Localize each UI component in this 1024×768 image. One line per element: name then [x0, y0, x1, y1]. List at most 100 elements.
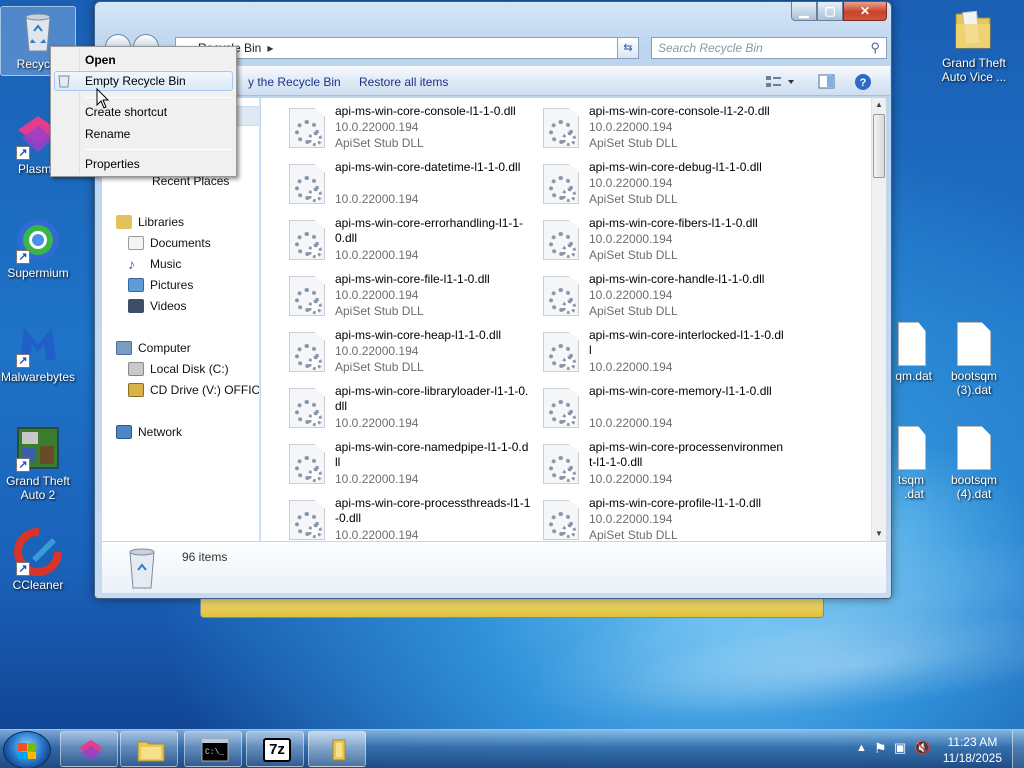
- malwarebytes-icon: ↗: [14, 320, 62, 368]
- desktop-icon-bootsqm-3[interactable]: bootsqm (3).dat: [936, 322, 1012, 397]
- recycle-bin-large-icon: [124, 546, 160, 593]
- caption-buttons: ▁ ▢ ✕: [791, 2, 887, 21]
- desktop-icon-supermium[interactable]: ↗ Supermium: [0, 216, 76, 280]
- gear-icon: [562, 132, 576, 146]
- documents-icon: [128, 236, 144, 250]
- search-input[interactable]: Search Recycle Bin ⚲: [651, 37, 887, 59]
- file-icon: [957, 322, 991, 366]
- file-item[interactable]: api-ms-win-core-errorhandling-l1-1-0.dll…: [289, 216, 539, 272]
- file-item[interactable]: api-ms-win-core-memory-l1-1-0.dll 10.0.22…: [543, 384, 793, 440]
- file-item[interactable]: api-ms-win-core-namedpipe-l1-1-0.dll 10.0…: [289, 440, 539, 496]
- refresh-icon: ⇆: [623, 42, 633, 54]
- refresh-button[interactable]: ⇆: [617, 37, 639, 59]
- file-item[interactable]: api-ms-win-core-fibers-l1-1-0.dll 10.0.22…: [543, 216, 793, 272]
- file-description: ApiSet Stub DLL: [335, 304, 424, 318]
- menu-item-empty-recycle-bin[interactable]: Empty Recycle Bin: [85, 74, 186, 88]
- file-item[interactable]: api-ms-win-core-console-l1-2-0.dll 10.0.2…: [543, 104, 793, 160]
- desktop-icon-bootsqm-4[interactable]: bootsqm (4).dat: [936, 426, 1012, 501]
- address-bar[interactable]: ▸ Recycle Bin ▸ ▼: [175, 37, 639, 59]
- shortcut-arrow-icon: ↗: [16, 146, 30, 160]
- nav-music[interactable]: ♪ Music: [128, 257, 181, 271]
- folder-icon: [950, 6, 998, 54]
- menu-item-properties[interactable]: Properties: [85, 157, 140, 171]
- change-view-button[interactable]: [764, 73, 794, 91]
- shortcut-arrow-icon: ↗: [16, 562, 30, 576]
- scroll-thumb[interactable]: [873, 114, 885, 178]
- show-desktop-button[interactable]: [1012, 730, 1024, 768]
- file-item[interactable]: api-ms-win-core-file-l1-1-0.dll 10.0.2200…: [289, 272, 539, 328]
- vertical-scrollbar[interactable]: ▲ ▼: [871, 98, 886, 541]
- nav-documents[interactable]: Documents: [128, 236, 211, 250]
- file-item[interactable]: api-ms-win-core-processthreads-l1-1-0.dl…: [289, 496, 539, 541]
- close-icon: ✕: [859, 4, 871, 18]
- empty-recycle-bin-command[interactable]: y the Recycle Bin: [248, 75, 341, 89]
- preview-pane-button[interactable]: [818, 73, 838, 91]
- taskbar-explorer-button[interactable]: [120, 731, 178, 767]
- volume-muted-icon[interactable]: 🔇: [914, 740, 930, 756]
- maximize-icon: ▢: [824, 4, 836, 18]
- nav-local-disk[interactable]: Local Disk (C:): [128, 362, 229, 376]
- file-name: api-ms-win-core-errorhandling-l1-1-0.dll: [335, 216, 524, 245]
- computer-icon: [116, 341, 132, 355]
- file-item[interactable]: api-ms-win-core-processenvironment-l1-1-…: [543, 440, 793, 496]
- file-version: 10.0.22000.194: [589, 416, 673, 430]
- nav-label: Network: [138, 425, 183, 439]
- file-item[interactable]: api-ms-win-core-interlocked-l1-1-0.dll 10…: [543, 328, 793, 384]
- file-name: api-ms-win-core-console-l1-1-0.dll: [335, 104, 516, 118]
- taskbar-plasma-button[interactable]: [60, 731, 118, 767]
- menu-item-open[interactable]: Open: [85, 53, 116, 67]
- nav-videos[interactable]: Videos: [128, 299, 186, 313]
- show-hidden-icons-icon[interactable]: ▲: [856, 742, 867, 754]
- windows-logo-icon: [18, 743, 36, 759]
- nav-pictures[interactable]: Pictures: [128, 278, 193, 292]
- search-placeholder: Search Recycle Bin: [658, 41, 763, 55]
- action-center-flag-icon[interactable]: ⚑: [874, 740, 887, 757]
- file-version: 10.0.22000.194: [335, 248, 419, 262]
- network-icon[interactable]: ▣: [894, 740, 906, 756]
- gear-icon: [308, 300, 322, 314]
- file-description: ApiSet Stub DLL: [335, 136, 424, 150]
- file-version: 10.0.22000.194: [589, 472, 673, 486]
- menu-item-rename[interactable]: Rename: [85, 127, 130, 141]
- taskbar-recycle-bin-button[interactable]: [308, 731, 366, 767]
- nav-cd-drive[interactable]: CD Drive (V:) OFFICE: [128, 383, 259, 397]
- scroll-down-icon[interactable]: ▼: [872, 527, 886, 541]
- file-description: ApiSet Stub DLL: [589, 192, 678, 206]
- desktop-icon-label: CCleaner: [12, 578, 64, 592]
- file-item[interactable]: api-ms-win-core-libraryloader-l1-1-0.dll…: [289, 384, 539, 440]
- help-button[interactable]: ?: [854, 73, 874, 91]
- maximize-button[interactable]: ▢: [817, 2, 843, 21]
- file-item[interactable]: api-ms-win-core-debug-l1-1-0.dll 10.0.220…: [543, 160, 793, 216]
- file-item[interactable]: api-ms-win-core-console-l1-1-0.dll 10.0.2…: [289, 104, 539, 160]
- shortcut-arrow-icon: ↗: [16, 250, 30, 264]
- recycle-bin-menu-icon: [57, 74, 71, 91]
- taskbar-7zip-button[interactable]: 7z: [246, 731, 304, 767]
- start-button[interactable]: [3, 731, 51, 768]
- restore-all-command[interactable]: Restore all items: [359, 75, 448, 89]
- system-tray: ▲ ⚑ ▣ 🔇 11:23 AM 11/18/2025: [834, 730, 1024, 768]
- search-icon: ⚲: [870, 40, 880, 55]
- file-item[interactable]: api-ms-win-core-datetime-l1-1-0.dll 10.0.…: [289, 160, 539, 216]
- file-item[interactable]: api-ms-win-core-heap-l1-1-0.dll 10.0.2200…: [289, 328, 539, 384]
- plasma-icon: [79, 740, 103, 760]
- nav-network[interactable]: Network: [116, 425, 182, 439]
- desktop-icon-gta-vice[interactable]: Grand Theft Auto Vice ...: [936, 6, 1012, 84]
- nav-libraries[interactable]: Libraries: [116, 215, 184, 229]
- minimize-button[interactable]: ▁: [791, 2, 817, 21]
- close-button[interactable]: ✕: [843, 2, 887, 21]
- breadcrumb-chevron-icon[interactable]: ▸: [267, 41, 273, 55]
- desktop-icon-malwarebytes[interactable]: ↗ Malwarebytes: [0, 320, 76, 384]
- clock[interactable]: 11:23 AM 11/18/2025: [943, 734, 1002, 766]
- nav-computer[interactable]: Computer: [116, 341, 191, 355]
- file-name: api-ms-win-core-handle-l1-1-0.dll: [589, 272, 765, 286]
- file-item[interactable]: api-ms-win-core-profile-l1-1-0.dll 10.0.2…: [543, 496, 793, 541]
- file-item[interactable]: api-ms-win-core-handle-l1-1-0.dll 10.0.22…: [543, 272, 793, 328]
- scroll-up-icon[interactable]: ▲: [872, 98, 886, 112]
- file-version: 10.0.22000.194: [589, 360, 673, 374]
- taskbar-cmd-button[interactable]: C:\_: [184, 731, 242, 767]
- shortcut-arrow-icon: ↗: [16, 354, 30, 368]
- desktop-icon-ccleaner[interactable]: ↗ CCleaner: [0, 528, 76, 592]
- file-name: api-ms-win-core-file-l1-1-0.dll: [335, 272, 490, 286]
- desktop-icon-gta2[interactable]: ↗ Grand Theft Auto 2: [0, 424, 76, 502]
- gear-icon: [562, 412, 576, 426]
